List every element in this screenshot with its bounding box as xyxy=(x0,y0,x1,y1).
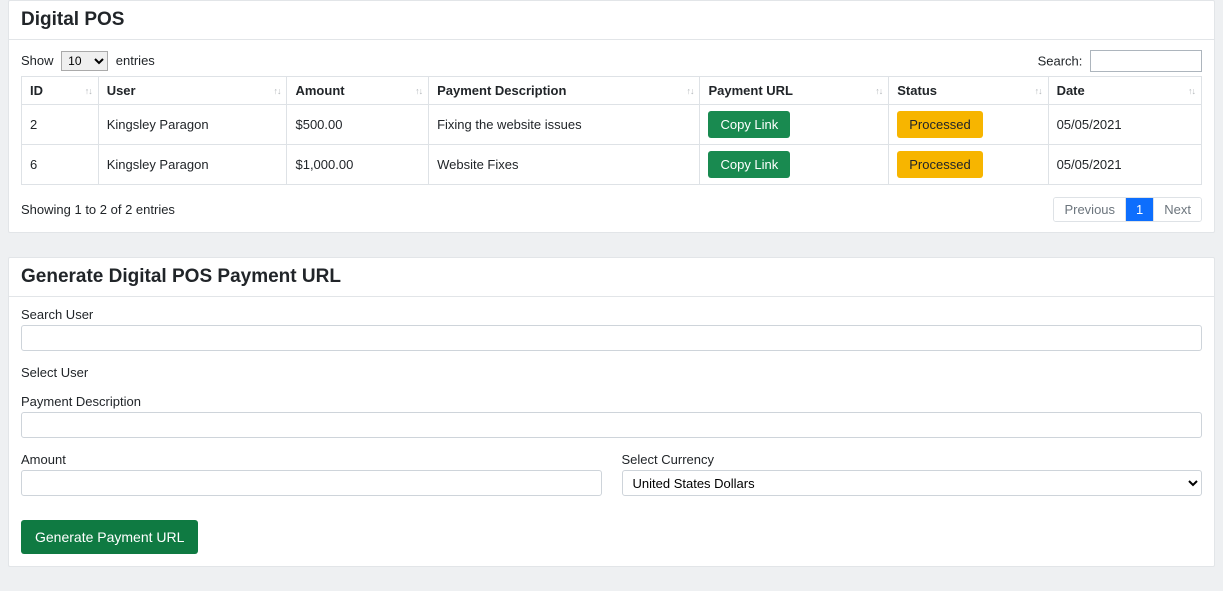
submit-wrap: Generate Payment URL xyxy=(9,520,1214,566)
column-label: User xyxy=(107,83,136,98)
sort-icon: ↑↓ xyxy=(686,88,693,94)
label-payment-desc: Payment Description xyxy=(21,394,1202,409)
sort-icon: ↑↓ xyxy=(875,88,882,94)
label-search-user: Search User xyxy=(21,307,1202,322)
form-row-amount-currency: Amount Select Currency United States Dol… xyxy=(21,452,1202,510)
datatable-bottom: Showing 1 to 2 of 2 entries Previous 1 N… xyxy=(21,197,1202,222)
sort-icon: ↑↓ xyxy=(415,88,422,94)
column-label: ID xyxy=(30,83,43,98)
status-badge: Processed xyxy=(897,111,982,138)
search-control: Search: xyxy=(1038,50,1202,72)
card-body: Show 102550100 entries Search: ID ↑↓ User ↑… xyxy=(9,40,1214,232)
panel-title: Generate Digital POS Payment URL xyxy=(21,266,1202,288)
page-next[interactable]: Next xyxy=(1153,198,1201,221)
card-header: Digital POS xyxy=(9,1,1214,40)
cell-status: Processed xyxy=(889,145,1048,185)
generate-url-card: Generate Digital POS Payment URL Search … xyxy=(8,257,1215,567)
column-header[interactable]: ID ↑↓ xyxy=(22,77,99,105)
datatable-top: Show 102550100 entries Search: xyxy=(21,50,1202,72)
generate-url-button[interactable]: Generate Payment URL xyxy=(21,520,198,554)
cell-id: 2 xyxy=(22,105,99,145)
amount-input[interactable] xyxy=(21,470,602,496)
search-label: Search: xyxy=(1038,54,1083,69)
card-header: Generate Digital POS Payment URL xyxy=(9,258,1214,297)
status-badge: Processed xyxy=(897,151,982,178)
currency-select[interactable]: United States Dollars xyxy=(622,470,1203,496)
table-header-row: ID↑↓User↑↓Amount↑↓Payment Description↑↓P… xyxy=(22,77,1202,105)
panel-title: Digital POS xyxy=(21,9,1202,31)
label-amount: Amount xyxy=(21,452,602,467)
cell-id: 6 xyxy=(22,145,99,185)
column-label: Payment Description xyxy=(437,83,566,98)
form-row-select-user: Select User xyxy=(21,365,1202,380)
column-label: Date xyxy=(1057,83,1085,98)
cell-description: Fixing the website issues xyxy=(429,105,700,145)
cell-user: Kingsley Paragon xyxy=(98,145,287,185)
column-header[interactable]: User ↑↓ xyxy=(98,77,287,105)
digital-pos-card: Digital POS Show 102550100 entries Searc… xyxy=(8,0,1215,233)
table-body: 2Kingsley Paragon$500.00Fixing the websi… xyxy=(22,105,1202,185)
column-header[interactable]: Amount ↑↓ xyxy=(287,77,429,105)
column-label: Status xyxy=(897,83,937,98)
entries-select[interactable]: 102550100 xyxy=(61,51,108,71)
search-input[interactable] xyxy=(1090,50,1202,72)
form-col-amount: Amount xyxy=(21,452,602,496)
label-select-user: Select User xyxy=(21,365,1202,380)
search-user-input[interactable] xyxy=(21,325,1202,351)
column-header[interactable]: Date ↑↓ xyxy=(1048,77,1201,105)
cell-description: Website Fixes xyxy=(429,145,700,185)
column-header[interactable]: Payment Description ↑↓ xyxy=(429,77,700,105)
sort-icon: ↑↓ xyxy=(1188,88,1195,94)
table-row: 6Kingsley Paragon$1,000.00Website Fixes C… xyxy=(22,145,1202,185)
column-label: Payment URL xyxy=(708,83,793,98)
form-col-currency: Select Currency United States Dollars xyxy=(622,452,1203,496)
cell-user: Kingsley Paragon xyxy=(98,105,287,145)
column-label: Amount xyxy=(295,83,344,98)
pagination: Previous 1 Next xyxy=(1053,197,1202,222)
pos-table: ID↑↓User↑↓Amount↑↓Payment Description↑↓P… xyxy=(21,76,1202,185)
table-row: 2Kingsley Paragon$500.00Fixing the websi… xyxy=(22,105,1202,145)
column-header[interactable]: Payment URL ↑↓ xyxy=(700,77,889,105)
show-label: Show xyxy=(21,53,54,68)
payment-desc-input[interactable] xyxy=(21,412,1202,438)
sort-icon: ↑↓ xyxy=(1035,88,1042,94)
page-prev[interactable]: Previous xyxy=(1054,198,1125,221)
form-row-search-user: Search User xyxy=(21,307,1202,351)
cell-payment-url: Copy Link xyxy=(700,105,889,145)
copy-link-button[interactable]: Copy Link xyxy=(708,151,790,178)
card-body: Search User Select User Payment Descript… xyxy=(9,297,1214,520)
sort-icon: ↑↓ xyxy=(85,88,92,94)
entries-label: entries xyxy=(116,53,155,68)
label-currency: Select Currency xyxy=(622,452,1203,467)
cell-date: 05/05/2021 xyxy=(1048,105,1201,145)
copy-link-button[interactable]: Copy Link xyxy=(708,111,790,138)
cell-date: 05/05/2021 xyxy=(1048,145,1201,185)
cell-amount: $1,000.00 xyxy=(287,145,429,185)
form-row-payment-desc: Payment Description xyxy=(21,394,1202,438)
cell-status: Processed xyxy=(889,105,1048,145)
column-header[interactable]: Status ↑↓ xyxy=(889,77,1048,105)
sort-icon: ↑↓ xyxy=(273,88,280,94)
cell-payment-url: Copy Link xyxy=(700,145,889,185)
page-number[interactable]: 1 xyxy=(1125,198,1153,221)
cell-amount: $500.00 xyxy=(287,105,429,145)
table-info: Showing 1 to 2 of 2 entries xyxy=(21,202,175,217)
length-control: Show 102550100 entries xyxy=(21,51,155,71)
